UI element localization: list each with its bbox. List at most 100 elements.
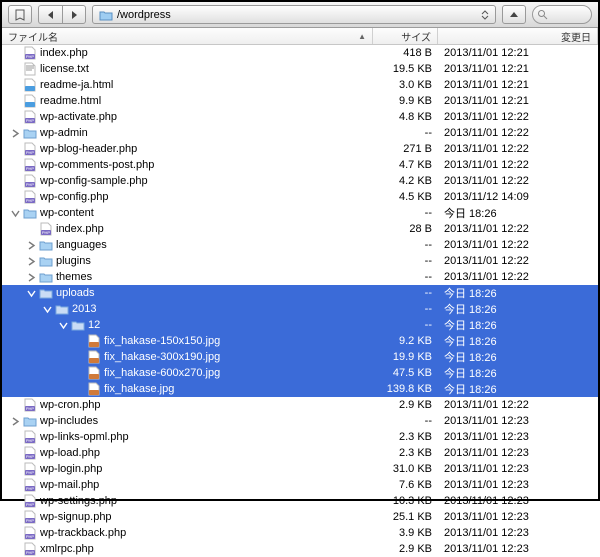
php-icon: PHP (23, 398, 37, 412)
disclosure-none-icon (11, 529, 20, 538)
disclosure-closed-icon[interactable] (27, 273, 36, 282)
file-name: wp-trackback.php (40, 527, 126, 539)
file-row[interactable]: PHPwp-load.php2.3 KB2013/11/01 12:23 (2, 445, 598, 461)
disclosure-closed-icon[interactable] (27, 257, 36, 266)
disclosure-closed-icon[interactable] (11, 417, 20, 426)
file-list[interactable]: PHPindex.php418 B2013/11/01 12:21license… (2, 45, 598, 557)
file-date: 今日 18:26 (438, 365, 598, 381)
file-row[interactable]: PHPwp-signup.php25.1 KB2013/11/01 12:23 (2, 509, 598, 525)
header-date[interactable]: 変更日 (438, 28, 598, 44)
php-icon: PHP (39, 222, 53, 236)
file-row[interactable]: PHPwp-cron.php2.9 KB2013/11/01 12:22 (2, 397, 598, 413)
disclosure-closed-icon[interactable] (11, 129, 20, 138)
file-size: 2.3 KB (373, 447, 438, 459)
file-row[interactable]: 2013--今日 18:26 (2, 301, 598, 317)
file-size: 2.9 KB (373, 399, 438, 411)
svg-text:PHP: PHP (26, 518, 35, 523)
disclosure-none-icon (75, 385, 84, 394)
triangle-left-icon (46, 10, 56, 20)
disclosure-open-icon[interactable] (43, 305, 52, 314)
disclosure-none-icon (11, 65, 20, 74)
file-date: 今日 18:26 (438, 317, 598, 333)
file-name: wp-content (40, 207, 94, 219)
disclosure-closed-icon[interactable] (27, 241, 36, 250)
file-name: 2013 (72, 303, 96, 315)
file-row[interactable]: uploads--今日 18:26 (2, 285, 598, 301)
file-row[interactable]: wp-includes--2013/11/01 12:23 (2, 413, 598, 429)
svg-text:PHP: PHP (26, 454, 35, 459)
file-row[interactable]: fix_hakase-300x190.jpg19.9 KB今日 18:26 (2, 349, 598, 365)
file-row[interactable]: wp-admin--2013/11/01 12:22 (2, 125, 598, 141)
file-row[interactable]: themes--2013/11/01 12:22 (2, 269, 598, 285)
file-size: 19.5 KB (373, 63, 438, 75)
file-date: 2013/11/01 12:23 (438, 495, 598, 507)
file-row[interactable]: PHPwp-links-opml.php2.3 KB2013/11/01 12:… (2, 429, 598, 445)
file-size: 4.5 KB (373, 191, 438, 203)
disclosure-none-icon (11, 81, 20, 90)
folder-icon (39, 270, 53, 284)
file-row[interactable]: readme-ja.html3.0 KB2013/11/01 12:21 (2, 77, 598, 93)
file-size: -- (373, 303, 438, 315)
header-name[interactable]: ファイル名▲ (2, 28, 373, 44)
file-date: 2013/11/01 12:21 (438, 63, 598, 75)
file-row[interactable]: plugins--2013/11/01 12:22 (2, 253, 598, 269)
txt-icon (23, 62, 37, 76)
file-size: 2.3 KB (373, 431, 438, 443)
file-name: plugins (56, 255, 91, 267)
file-row[interactable]: PHPwp-config-sample.php4.2 KB2013/11/01 … (2, 173, 598, 189)
file-row[interactable]: license.txt19.5 KB2013/11/01 12:21 (2, 61, 598, 77)
html-icon (23, 78, 37, 92)
file-row[interactable]: PHPwp-config.php4.5 KB2013/11/12 14:09 (2, 189, 598, 205)
file-row[interactable]: PHPwp-comments-post.php4.7 KB2013/11/01 … (2, 157, 598, 173)
file-size: 139.8 KB (373, 383, 438, 395)
disclosure-none-icon (11, 433, 20, 442)
disclosure-open-icon[interactable] (11, 209, 20, 218)
folder-icon (71, 318, 85, 332)
path-dropdown[interactable]: /wordpress (92, 5, 496, 24)
disclosure-none-icon (11, 177, 20, 186)
file-row[interactable]: readme.html9.9 KB2013/11/01 12:21 (2, 93, 598, 109)
php-icon: PHP (23, 158, 37, 172)
forward-button[interactable] (62, 5, 86, 24)
file-name: wp-blog-header.php (40, 143, 137, 155)
file-name: wp-load.php (40, 447, 100, 459)
file-name: wp-mail.php (40, 479, 99, 491)
file-row[interactable]: PHPindex.php28 B2013/11/01 12:22 (2, 221, 598, 237)
parent-folder-button[interactable] (502, 5, 526, 24)
file-row[interactable]: fix_hakase-600x270.jpg47.5 KB今日 18:26 (2, 365, 598, 381)
svg-text:PHP: PHP (26, 486, 35, 491)
file-row[interactable]: fix_hakase-150x150.jpg9.2 KB今日 18:26 (2, 333, 598, 349)
file-row[interactable]: languages--2013/11/01 12:22 (2, 237, 598, 253)
disclosure-open-icon[interactable] (27, 289, 36, 298)
header-size[interactable]: サイズ (373, 28, 438, 44)
triangle-up-icon (509, 10, 519, 20)
file-row[interactable]: fix_hakase.jpg139.8 KB今日 18:26 (2, 381, 598, 397)
file-row[interactable]: PHPwp-blog-header.php271 B2013/11/01 12:… (2, 141, 598, 157)
file-row[interactable]: PHPwp-trackback.php3.9 KB2013/11/01 12:2… (2, 525, 598, 541)
disclosure-open-icon[interactable] (59, 321, 68, 330)
file-size: 9.9 KB (373, 95, 438, 107)
file-row[interactable]: PHPwp-mail.php7.6 KB2013/11/01 12:23 (2, 477, 598, 493)
file-row[interactable]: PHPxmlrpc.php2.9 KB2013/11/01 12:23 (2, 541, 598, 557)
file-row[interactable]: PHPwp-settings.php10.3 KB2013/11/01 12:2… (2, 493, 598, 509)
disclosure-none-icon (11, 49, 20, 58)
file-row[interactable]: PHPwp-login.php31.0 KB2013/11/01 12:23 (2, 461, 598, 477)
file-date: 2013/11/01 12:23 (438, 527, 598, 539)
file-row[interactable]: 12--今日 18:26 (2, 317, 598, 333)
back-button[interactable] (38, 5, 62, 24)
file-row[interactable]: PHPwp-activate.php4.8 KB2013/11/01 12:22 (2, 109, 598, 125)
file-size: -- (373, 271, 438, 283)
disclosure-none-icon (11, 113, 20, 122)
file-size: 4.7 KB (373, 159, 438, 171)
file-date: 2013/11/01 12:23 (438, 511, 598, 523)
search-field[interactable] (532, 5, 592, 24)
file-size: 2.9 KB (373, 543, 438, 555)
nav-group (38, 5, 86, 24)
bookmarks-button[interactable] (8, 5, 32, 24)
svg-text:PHP: PHP (26, 54, 35, 59)
toolbar: /wordpress (2, 2, 598, 28)
file-name: fix_hakase.jpg (104, 383, 174, 395)
php-icon: PHP (23, 142, 37, 156)
file-row[interactable]: PHPindex.php418 B2013/11/01 12:21 (2, 45, 598, 61)
file-row[interactable]: wp-content--今日 18:26 (2, 205, 598, 221)
